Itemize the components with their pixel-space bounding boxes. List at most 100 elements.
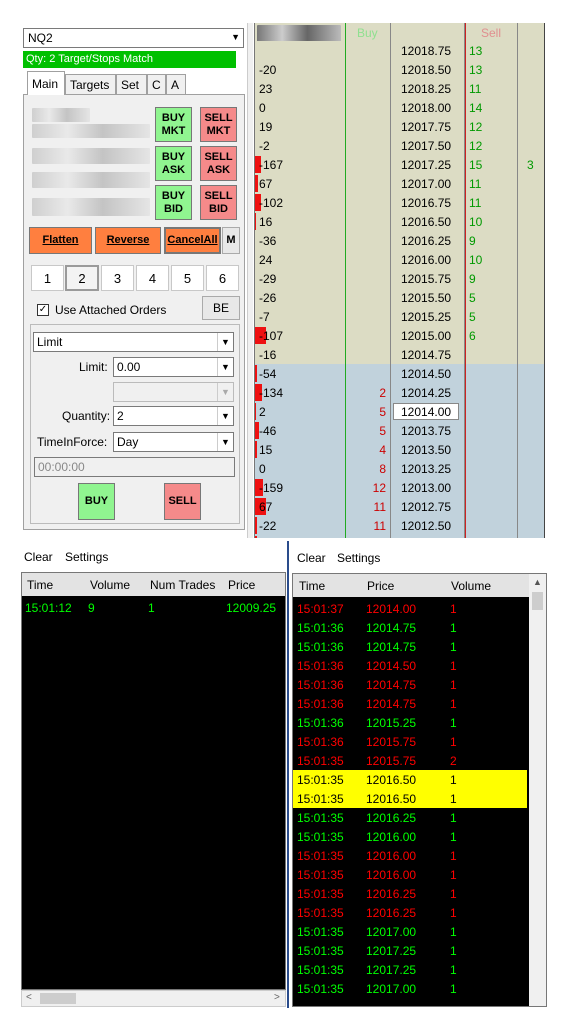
table-row[interactable]: 15:01:36 12014.75 1 xyxy=(293,675,527,694)
attached-orders-checkbox[interactable]: ✓ xyxy=(37,304,49,316)
tab-set[interactable]: Set xyxy=(116,74,147,95)
qty-preset-2[interactable]: 2 xyxy=(65,265,99,291)
col-time[interactable]: Time xyxy=(27,578,53,592)
ladder-row[interactable]: -167 12017.25 15 3 xyxy=(255,155,545,174)
sell-mkt-button[interactable]: SELL MKT xyxy=(200,107,237,142)
scroll-right-icon[interactable]: > xyxy=(274,992,280,1003)
tab-main[interactable]: Main xyxy=(27,71,65,95)
table-row[interactable]: 15:01:35 12016.50 1 xyxy=(293,789,527,808)
chevron-down-icon[interactable]: ▼ xyxy=(217,333,233,351)
ladder-row[interactable]: 19 12017.75 12 xyxy=(255,117,545,136)
table-row[interactable]: 15:01:37 12014.00 1 xyxy=(293,599,527,618)
scroll-thumb[interactable] xyxy=(532,592,543,610)
table-row[interactable]: 15:01:35 12017.00 1 xyxy=(293,922,527,941)
clear-button[interactable]: Clear xyxy=(297,551,326,565)
reverse-button[interactable]: Reverse xyxy=(95,227,161,254)
col-volume[interactable]: Volume xyxy=(90,578,130,592)
table-row[interactable]: 15:01:35 12017.25 1 xyxy=(293,941,527,960)
pane-divider[interactable] xyxy=(287,541,289,1008)
flatten-button[interactable]: Flatten xyxy=(29,227,92,254)
settings-button[interactable]: Settings xyxy=(337,551,380,565)
qty-preset-1[interactable]: 1 xyxy=(31,265,64,291)
ladder-row[interactable]: -2 12017.50 12 xyxy=(255,136,545,155)
chevron-down-icon[interactable]: ▼ xyxy=(217,433,233,451)
ladder-row[interactable]: -201112012.25 xyxy=(255,535,545,538)
table-row[interactable]: 15:01:36 12014.75 1 xyxy=(293,694,527,713)
buy-button[interactable]: BUY xyxy=(78,483,115,520)
ladder-row[interactable]: -20 12018.50 13 xyxy=(255,60,545,79)
table-row[interactable]: 15:01:36 12014.75 1 xyxy=(293,618,527,637)
ladder-row[interactable]: 23 12018.25 11 xyxy=(255,79,545,98)
table-row[interactable]: 15:01:35 12016.25 1 xyxy=(293,884,527,903)
table-row[interactable]: 15:01:36 12014.75 1 xyxy=(293,637,527,656)
scroll-left-icon[interactable]: < xyxy=(26,992,32,1003)
cancel-all-button[interactable]: CancelAll xyxy=(164,227,221,254)
quantity-input[interactable]: 2 ▼ xyxy=(113,406,234,426)
col-price[interactable]: Price xyxy=(228,578,255,592)
buy-bid-button[interactable]: BUY BID xyxy=(155,185,192,220)
tab-a[interactable]: A xyxy=(166,74,186,95)
table-row[interactable]: 15:01:35 12017.25 1 xyxy=(293,960,527,979)
time-input[interactable]: 00:00:00 xyxy=(34,457,235,477)
chevron-down-icon[interactable]: ▼ xyxy=(231,32,240,42)
col-num-trades[interactable]: Num Trades xyxy=(150,578,215,592)
qty-preset-5[interactable]: 5 xyxy=(171,265,204,291)
col-price[interactable]: Price xyxy=(367,579,394,593)
buy-mkt-button[interactable]: BUY MKT xyxy=(155,107,192,142)
sell-ask-button[interactable]: SELL ASK xyxy=(200,146,237,181)
ladder-row[interactable]: -36 12016.25 9 xyxy=(255,231,545,250)
panel-splitter[interactable] xyxy=(247,23,253,538)
chevron-down-icon[interactable]: ▼ xyxy=(217,407,233,425)
right-vertical-scrollbar[interactable]: ▲ xyxy=(529,574,546,1006)
ladder-row[interactable]: -46 5 12013.75 xyxy=(255,421,545,440)
table-row[interactable]: 15:01:35 12015.75 2 xyxy=(293,751,527,770)
ladder-row[interactable]: -22 11 12012.50 xyxy=(255,516,545,535)
ladder-row[interactable]: -26 12015.50 5 xyxy=(255,288,545,307)
scroll-up-icon[interactable]: ▲ xyxy=(533,577,542,587)
tab-targets[interactable]: Targets xyxy=(65,74,116,95)
col-time[interactable]: Time xyxy=(299,579,325,593)
chevron-down-icon[interactable]: ▼ xyxy=(217,358,233,376)
qty-preset-6[interactable]: 6 xyxy=(206,265,239,291)
ladder-row[interactable]: 0 8 12013.25 xyxy=(255,459,545,478)
ladder-row[interactable]: -159 12 12013.00 xyxy=(255,478,545,497)
ladder-row[interactable]: 67 11 12012.75 xyxy=(255,497,545,516)
be-button[interactable]: BE xyxy=(202,296,240,320)
tab-c[interactable]: C xyxy=(147,74,166,95)
sell-button[interactable]: SELL xyxy=(164,483,201,520)
ladder-row[interactable]: -54 12014.50 xyxy=(255,364,545,383)
ladder-row[interactable]: 2 5 12014.00 xyxy=(255,402,545,421)
settings-button[interactable]: Settings xyxy=(65,550,108,564)
ladder-row[interactable]: -7 12015.25 5 xyxy=(255,307,545,326)
ladder-row[interactable]: -29 12015.75 9 xyxy=(255,269,545,288)
ladder-row[interactable]: 0 12018.00 14 xyxy=(255,98,545,117)
ladder-row[interactable]: 67 12017.00 11 xyxy=(255,174,545,193)
table-row[interactable]: 15:01:35 12016.25 1 xyxy=(293,903,527,922)
ladder-row[interactable]: -16 12014.75 xyxy=(255,345,545,364)
table-row[interactable]: 15:01:36 12014.50 1 xyxy=(293,656,527,675)
scroll-thumb[interactable] xyxy=(40,993,76,1004)
ladder-row[interactable]: -102 12016.75 11 xyxy=(255,193,545,212)
order-type-select[interactable]: Limit ▼ xyxy=(33,332,234,352)
table-row[interactable]: 15:01:36 12015.75 1 xyxy=(293,732,527,751)
table-row[interactable]: 15:01:35 12016.00 1 xyxy=(293,846,527,865)
ladder-row[interactable]: 15 4 12013.50 xyxy=(255,440,545,459)
symbol-select[interactable]: NQ2 ▼ xyxy=(23,28,244,48)
m-button[interactable]: M xyxy=(222,227,240,254)
table-row[interactable]: 15:01:35 12016.25 1 xyxy=(293,808,527,827)
col-volume[interactable]: Volume xyxy=(451,579,491,593)
table-row[interactable]: 15:01:35 12017.00 1 xyxy=(293,979,527,998)
limit-price-input[interactable]: 0.00 ▼ xyxy=(113,357,234,377)
ladder-row[interactable]: 12018.75 13 xyxy=(255,41,545,60)
table-row[interactable]: 15:01:35 12016.00 1 xyxy=(293,865,527,884)
left-horizontal-scrollbar[interactable]: < > xyxy=(21,990,286,1007)
table-row[interactable]: 15:01:35 12016.50 1 xyxy=(293,770,527,789)
sell-bid-button[interactable]: SELL BID xyxy=(200,185,237,220)
ladder-row[interactable]: -107 12015.00 6 xyxy=(255,326,545,345)
ladder-row[interactable]: 16 12016.50 10 xyxy=(255,212,545,231)
ladder-row[interactable]: 24 12016.00 10 xyxy=(255,250,545,269)
ladder-row[interactable]: -134 2 12014.25 xyxy=(255,383,545,402)
tif-select[interactable]: Day ▼ xyxy=(113,432,234,452)
table-row[interactable]: 15:01:36 12015.25 1 xyxy=(293,713,527,732)
clear-button[interactable]: Clear xyxy=(24,550,53,564)
